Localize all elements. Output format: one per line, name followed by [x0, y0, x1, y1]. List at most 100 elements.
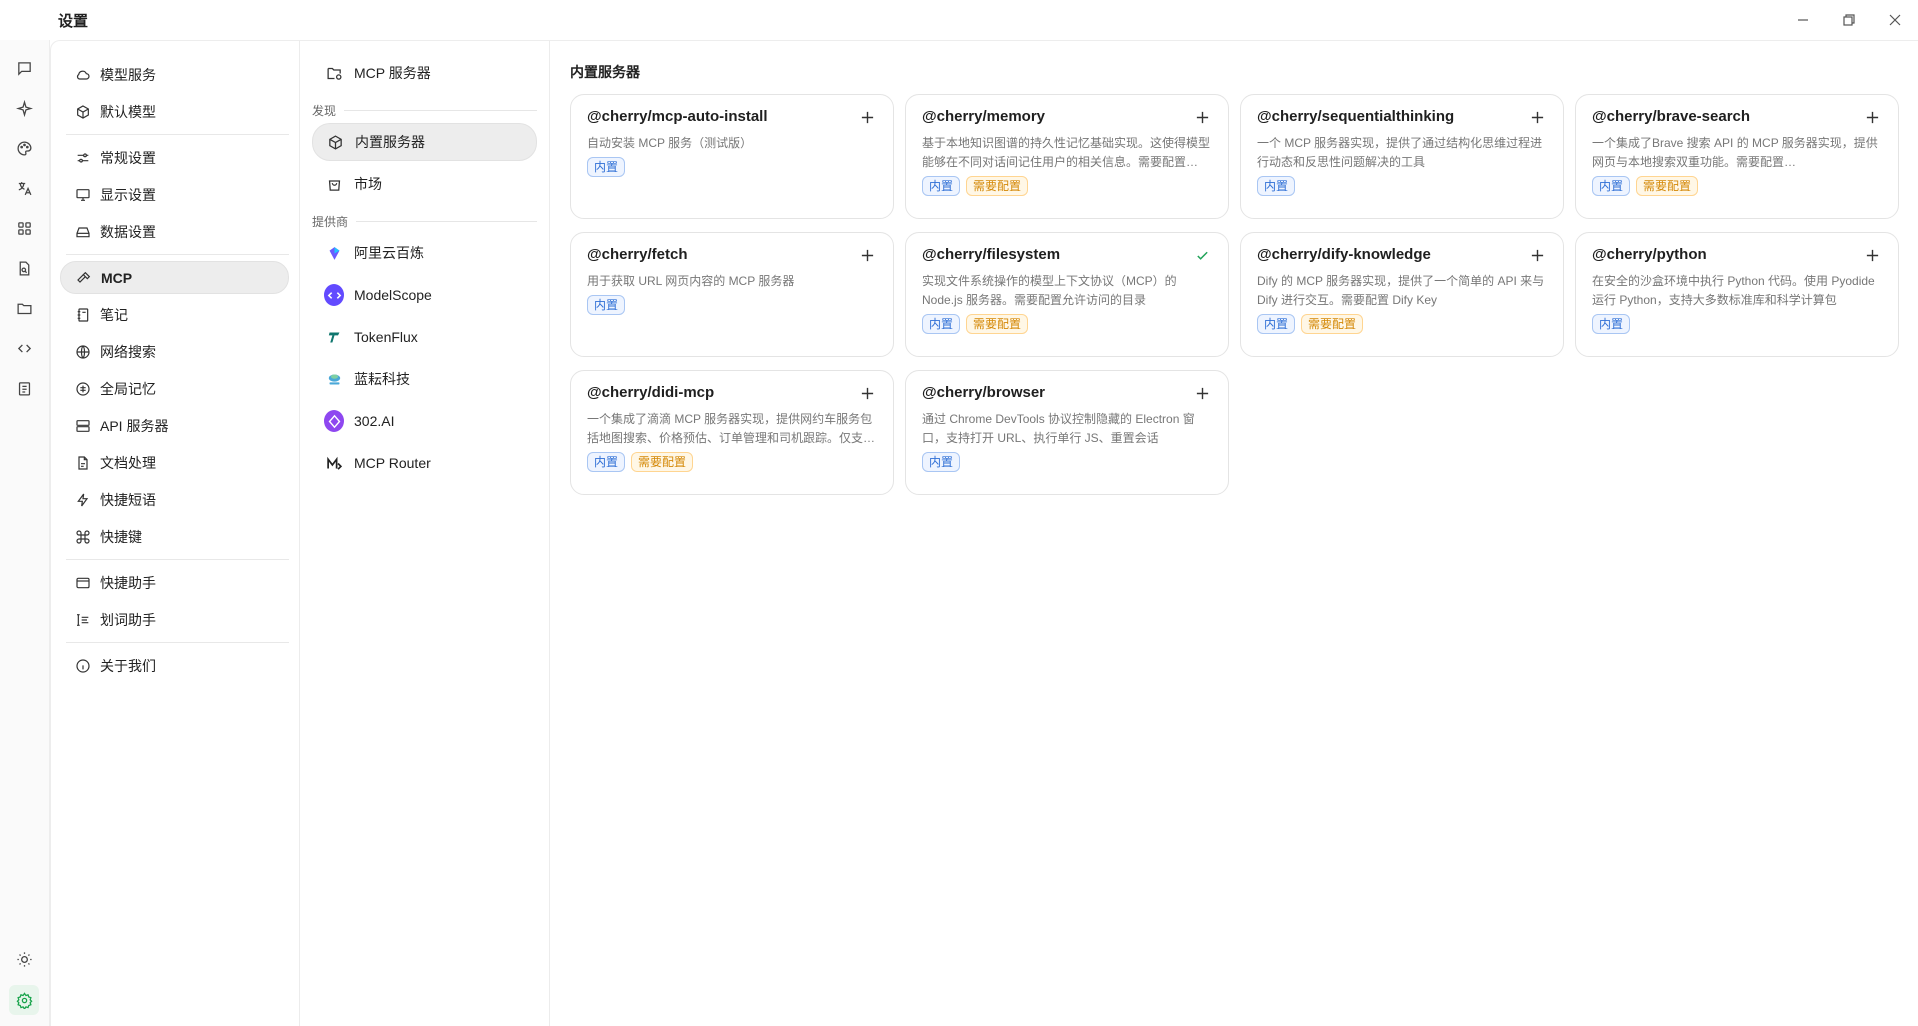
server-name: @cherry/browser: [922, 384, 1046, 401]
server-name: @cherry/filesystem: [922, 246, 1061, 263]
nav-item-default-model[interactable]: 默认模型: [60, 95, 289, 128]
nav-item-memory[interactable]: 全局记忆: [60, 372, 289, 405]
server-name: @cherry/fetch: [587, 246, 688, 263]
agents-rail-button[interactable]: [9, 93, 39, 123]
nav-item-mcp[interactable]: MCP: [60, 261, 289, 294]
theme-toggle-button[interactable]: [9, 944, 39, 974]
knowledge-rail-button[interactable]: [9, 253, 39, 283]
lanyun-logo-icon: [324, 369, 344, 389]
provider-modelscope[interactable]: ModelScope: [312, 276, 537, 314]
server-card[interactable]: @cherry/mcp-auto-install 自动安装 MCP 服务（测试版）…: [570, 94, 894, 219]
folder-cog-icon: [324, 63, 344, 83]
server-name: @cherry/brave-search: [1592, 108, 1751, 125]
nav-divider: [66, 642, 289, 643]
settings-rail-button[interactable]: [9, 985, 39, 1015]
provider-tokenflux[interactable]: TokenFlux: [312, 318, 537, 356]
add-server-button[interactable]: [1862, 245, 1882, 265]
nav-item-quick-phrases[interactable]: 快捷短语: [60, 483, 289, 516]
nav-item-label: 常规设置: [100, 149, 156, 166]
builtin-tag: 内置: [1592, 314, 1631, 334]
close-button[interactable]: [1872, 6, 1918, 34]
installed-check-button[interactable]: [1192, 245, 1212, 265]
nav-item-notes[interactable]: 笔记: [60, 298, 289, 331]
minimize-button[interactable]: [1780, 6, 1826, 34]
add-server-button[interactable]: [1527, 107, 1547, 127]
needs-config-tag: 需要配置: [966, 314, 1029, 334]
nav-item-label: 默认模型: [100, 103, 156, 120]
server-icon: [74, 417, 92, 435]
add-server-button[interactable]: [857, 383, 877, 403]
nav-item-label: 全局记忆: [100, 380, 156, 397]
nav-divider: [66, 559, 289, 560]
section-title: 内置服务器: [570, 64, 640, 80]
check-icon: [1196, 251, 1208, 260]
subnav-builtin-servers[interactable]: 内置服务器: [312, 123, 537, 161]
files-rail-button[interactable]: [9, 293, 39, 323]
add-server-button[interactable]: [857, 107, 877, 127]
server-tags: 内置: [587, 157, 877, 177]
restore-button[interactable]: [1826, 6, 1872, 34]
notes-rail-button[interactable]: [9, 373, 39, 403]
builtin-tag: 内置: [1257, 176, 1296, 196]
sun-icon: [16, 951, 32, 967]
nav-item-quick-assistant[interactable]: 快捷助手: [60, 566, 289, 599]
add-server-button[interactable]: [1862, 107, 1882, 127]
nav-item-doc-processing[interactable]: 文档处理: [60, 446, 289, 479]
group-divider: [344, 110, 537, 111]
translate-rail-button[interactable]: [9, 173, 39, 203]
server-card[interactable]: @cherry/filesystem 实现文件系统操作的模型上下文协议（MCP）的…: [905, 232, 1229, 357]
builtin-tag: 内置: [1592, 176, 1631, 196]
nav-item-label: 快捷助手: [100, 574, 156, 591]
window-title: 设置: [58, 13, 89, 30]
server-description: 实现文件系统操作的模型上下文协议（MCP）的 Node.js 服务器。需要配置允…: [922, 274, 1177, 307]
nav-item-general[interactable]: 常规设置: [60, 141, 289, 174]
server-tags: 内置 需要配置: [1257, 314, 1547, 334]
server-card[interactable]: @cherry/didi-mcp 一个集成了滴滴 MCP 服务器实现，提供网约车服…: [570, 370, 894, 495]
provider-label: TokenFlux: [354, 329, 418, 345]
add-server-button[interactable]: [1192, 383, 1212, 403]
paint-rail-button[interactable]: [9, 133, 39, 163]
server-card[interactable]: @cherry/browser 通过 Chrome DevTools 协议控制隐藏…: [905, 370, 1229, 495]
clipboard-icon: [18, 381, 30, 396]
provider-302ai[interactable]: 302.AI: [312, 402, 537, 440]
server-name: @cherry/python: [1592, 246, 1707, 263]
code-rail-button[interactable]: [9, 333, 39, 363]
server-card[interactable]: @cherry/brave-search 一个集成了Brave 搜索 API 的 …: [1575, 94, 1899, 219]
provider-lanyun[interactable]: 蓝耘科技: [312, 360, 537, 398]
server-name: @cherry/dify-knowledge: [1257, 246, 1431, 263]
nav-item-display[interactable]: 显示设置: [60, 178, 289, 211]
nav-item-data[interactable]: 数据设置: [60, 215, 289, 248]
add-server-button[interactable]: [1527, 245, 1547, 265]
server-card[interactable]: @cherry/dify-knowledge Dify 的 MCP 服务器实现，提…: [1240, 232, 1564, 357]
command-icon: [74, 528, 92, 546]
subnav-market[interactable]: 市场: [312, 165, 537, 203]
sliders-icon: [74, 149, 92, 167]
server-card[interactable]: @cherry/python 在安全的沙盒环境中执行 Python 代码。使用 P…: [1575, 232, 1899, 357]
server-name: @cherry/sequentialthinking: [1257, 108, 1455, 125]
server-card[interactable]: @cherry/sequentialthinking 一个 MCP 服务器实现，提…: [1240, 94, 1564, 219]
nav-item-web-search[interactable]: 网络搜索: [60, 335, 289, 368]
subnav-mcp-servers[interactable]: MCP 服务器: [312, 54, 537, 92]
builtin-tag: 内置: [587, 452, 626, 472]
add-server-button[interactable]: [1192, 107, 1212, 127]
provider-label: MCP Router: [354, 455, 431, 471]
plus-icon: [861, 249, 873, 261]
server-description: Dify 的 MCP 服务器实现，提供了一个简单的 API 来与 Dify 进行…: [1257, 274, 1545, 307]
nav-item-shortcuts[interactable]: 快捷键: [60, 520, 289, 553]
provider-mcp-router[interactable]: MCP Router: [312, 444, 537, 482]
nav-item-model-service[interactable]: 模型服务: [60, 58, 289, 91]
add-server-button[interactable]: [857, 245, 877, 265]
nav-item-selection-assistant[interactable]: 划词助手: [60, 603, 289, 636]
needs-config-tag: 需要配置: [1636, 176, 1699, 196]
mcp-subnav: MCP 服务器 发现 内置服务器 市场 提供商 阿里云百炼 ModelScope…: [300, 40, 550, 1026]
subnav-label: MCP 服务器: [354, 65, 431, 81]
apps-rail-button[interactable]: [9, 213, 39, 243]
provider-aliyun-bailian[interactable]: 阿里云百炼: [312, 234, 537, 272]
server-card[interactable]: @cherry/memory 基于本地知识图谱的持久性记忆基础实现。这使得模型能够…: [905, 94, 1229, 219]
info-icon: [74, 657, 92, 675]
nav-item-api-server[interactable]: API 服务器: [60, 409, 289, 442]
server-card[interactable]: @cherry/fetch 用于获取 URL 网页内容的 MCP 服务器 内置: [570, 232, 894, 357]
nav-item-about[interactable]: 关于我们: [60, 649, 289, 682]
chat-rail-button[interactable]: [9, 53, 39, 83]
needs-config-tag: 需要配置: [631, 452, 694, 472]
